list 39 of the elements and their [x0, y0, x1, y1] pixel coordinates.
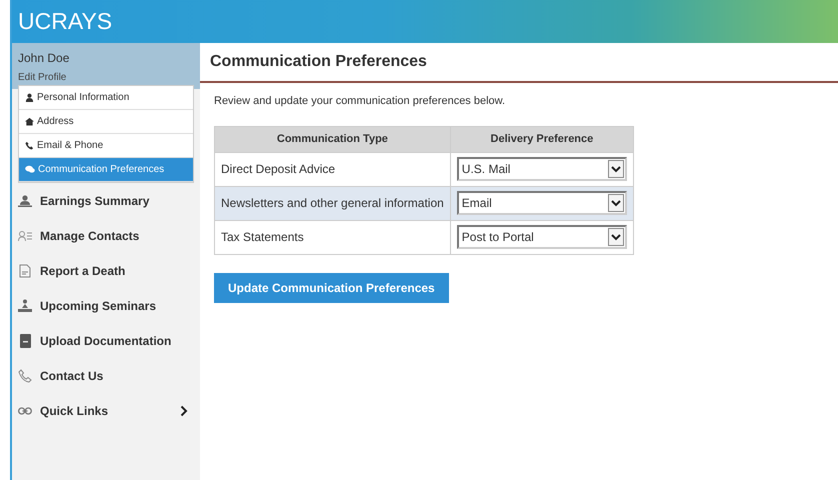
profile-menu-item[interactable]: Personal Information — [19, 86, 193, 110]
page-title: Communication Preferences — [210, 52, 427, 72]
column-header: Delivery Preference — [450, 126, 634, 152]
contacts-icon — [18, 230, 32, 242]
sidebar-item[interactable]: Earnings Summary — [18, 183, 194, 218]
sidebar-item[interactable]: Contact Us — [18, 358, 194, 393]
phone-icon — [25, 141, 34, 150]
presenter-icon — [18, 299, 32, 312]
chat-icon — [25, 165, 35, 174]
chevron-down-icon — [608, 228, 624, 246]
house-icon — [25, 117, 34, 126]
profile-menu-item[interactable]: Address — [19, 110, 193, 134]
sidebar-item[interactable]: Manage Contacts — [18, 218, 194, 253]
update-button[interactable]: Update Communication Preferences — [214, 272, 449, 302]
table-cell: Direct Deposit Advice — [214, 152, 450, 186]
file-icon — [18, 334, 32, 348]
table-cell: Tax Statements — [214, 220, 450, 254]
sidebar-item[interactable]: Quick Links — [18, 393, 194, 428]
chevron-down-icon — [608, 194, 624, 212]
sidebar-item[interactable]: Upload Documentation — [18, 323, 194, 358]
table-cell: Newsletters and other general information — [214, 186, 450, 220]
link-icon — [18, 406, 32, 414]
sidebar-item[interactable]: Upcoming Seminars — [18, 288, 194, 323]
column-header: Communication Type — [214, 126, 450, 152]
profile-menu-item[interactable]: Communication Preferences — [19, 158, 193, 182]
intro-text: Review and update your communication preferences below. — [214, 94, 506, 109]
edit-profile-label: Edit Profile — [18, 71, 68, 85]
delivery-select[interactable]: Post to Portal — [456, 225, 627, 249]
document-icon — [18, 264, 32, 278]
person-icon — [25, 93, 34, 102]
delivery-select[interactable]: Email — [456, 191, 627, 215]
phone-icon — [18, 368, 32, 382]
user-name: John Doe — [18, 50, 70, 67]
person-icon — [18, 194, 32, 206]
chevron-right-icon — [180, 404, 188, 416]
chevron-down-icon — [608, 160, 624, 178]
site-title: UCRAYS — [18, 10, 112, 33]
delivery-select[interactable]: U.S. Mail — [456, 157, 627, 181]
sidebar-item[interactable]: Report a Death — [18, 253, 194, 288]
